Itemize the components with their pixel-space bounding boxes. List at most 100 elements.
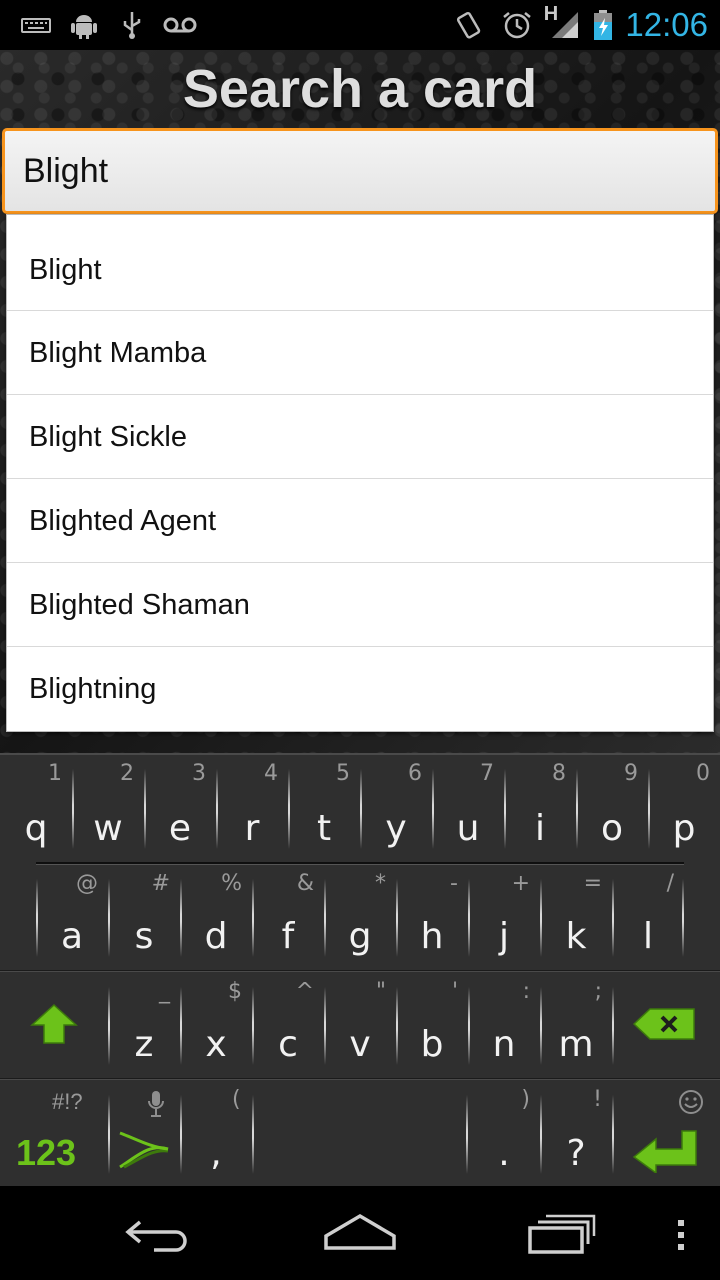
key-r[interactable]: 4r bbox=[216, 755, 288, 863]
key-alt-label: ! bbox=[593, 1087, 602, 1112]
key-question[interactable]: !? bbox=[540, 1081, 612, 1188]
swype-logo-icon bbox=[119, 1131, 169, 1169]
space-key[interactable] bbox=[252, 1081, 468, 1188]
key-s[interactable]: # s bbox=[108, 865, 180, 971]
key-f[interactable]: & f bbox=[252, 865, 324, 971]
key-label: k bbox=[565, 916, 587, 957]
key-label: a bbox=[60, 916, 84, 957]
key-z[interactable]: _ z bbox=[108, 973, 180, 1079]
key-d[interactable]: % d bbox=[180, 865, 252, 971]
key-w[interactable]: 2w bbox=[72, 755, 144, 863]
key-label: u bbox=[456, 808, 480, 849]
key-alt-label: ) bbox=[521, 1087, 530, 1112]
page-title: Search a card bbox=[182, 59, 538, 119]
key-period[interactable]: ). bbox=[468, 1081, 540, 1188]
menu-icon[interactable] bbox=[676, 1218, 686, 1252]
keyboard-row-3: _ z $ x ^ c " v ' b :n ; m bbox=[0, 973, 720, 1079]
key-alt-label: 4 bbox=[264, 761, 278, 786]
suggestion-item[interactable]: Blighted Agent bbox=[7, 479, 713, 563]
key-label: w bbox=[93, 808, 123, 849]
key-label: v bbox=[349, 1024, 371, 1065]
key-g[interactable]: * g bbox=[324, 865, 396, 971]
key-label: z bbox=[134, 1024, 154, 1065]
key-separator bbox=[612, 1095, 614, 1174]
key-y[interactable]: 6y bbox=[360, 755, 432, 863]
key-label: r bbox=[244, 808, 260, 849]
symbols-key[interactable]: #!? 123 bbox=[0, 1081, 108, 1188]
row-divider bbox=[0, 970, 720, 972]
key-o[interactable]: 9o bbox=[576, 755, 648, 863]
suggestion-list: Blight Blight Mamba Blight Sickle Blight… bbox=[6, 214, 714, 732]
suggestion-item[interactable]: Blightning bbox=[7, 647, 713, 731]
suggestion-item[interactable]: Blighted Shaman bbox=[7, 563, 713, 647]
key-e[interactable]: 3e bbox=[144, 755, 216, 863]
key-alt-label: 7 bbox=[480, 761, 494, 786]
key-p[interactable]: 0p bbox=[648, 755, 720, 863]
key-alt-label: $ bbox=[228, 979, 242, 1004]
keyboard-row-1: 1q 2w 3e 4r 5t 6y 7u 8i 9o 0p bbox=[0, 755, 720, 865]
back-icon[interactable] bbox=[124, 1214, 194, 1254]
key-n[interactable]: :n bbox=[468, 973, 540, 1079]
key-alt-label: 3 bbox=[192, 761, 206, 786]
key-label: s bbox=[134, 916, 154, 957]
key-label: i bbox=[534, 808, 545, 849]
suggestion-item[interactable]: Blight Sickle bbox=[7, 395, 713, 479]
symbols-alt-label: #!? bbox=[52, 1089, 83, 1114]
search-field[interactable] bbox=[2, 128, 718, 214]
key-label: y bbox=[385, 808, 407, 849]
key-b[interactable]: ' b bbox=[396, 973, 468, 1079]
key-label: g bbox=[348, 916, 372, 957]
key-alt-label: _ bbox=[159, 979, 170, 1004]
home-icon[interactable] bbox=[322, 1212, 398, 1252]
key-alt-label: / bbox=[666, 871, 674, 896]
key-alt-label: = bbox=[583, 871, 602, 896]
smiley-icon bbox=[679, 1090, 703, 1114]
key-alt-label: 5 bbox=[336, 761, 350, 786]
on-screen-keyboard: 1q 2w 3e 4r 5t 6y 7u 8i 9o 0p @ a # s % d &… bbox=[0, 753, 720, 1186]
key-i[interactable]: 8i bbox=[504, 755, 576, 863]
key-v[interactable]: " v bbox=[324, 973, 396, 1079]
vibrate-icon bbox=[456, 11, 481, 39]
backspace-key[interactable] bbox=[612, 973, 720, 1079]
key-label: p bbox=[672, 808, 696, 849]
key-label: , bbox=[210, 1133, 222, 1174]
key-label: t bbox=[316, 808, 332, 849]
suggestion-item[interactable]: Blight Mamba bbox=[7, 311, 713, 395]
shift-key[interactable] bbox=[0, 973, 108, 1079]
key-alt-label: & bbox=[296, 871, 314, 896]
suggestion-item[interactable]: Blight bbox=[7, 215, 713, 311]
enter-key[interactable] bbox=[612, 1081, 720, 1188]
key-l[interactable]: / l bbox=[612, 865, 684, 971]
recent-apps-icon[interactable] bbox=[526, 1212, 596, 1254]
key-label: e bbox=[168, 808, 192, 849]
key-alt-label: 0 bbox=[696, 761, 710, 786]
key-label: l bbox=[642, 916, 653, 957]
key-label: j bbox=[498, 916, 509, 957]
keyboard-row-2: @ a # s % d & f * g -h + j = k / l bbox=[0, 865, 720, 971]
key-comma[interactable]: (, bbox=[180, 1081, 252, 1188]
key-alt-label: + bbox=[511, 871, 530, 896]
key-label: x bbox=[205, 1024, 227, 1065]
key-m[interactable]: ; m bbox=[540, 973, 612, 1079]
key-j[interactable]: + j bbox=[468, 865, 540, 971]
key-k[interactable]: = k bbox=[540, 865, 612, 971]
key-alt-label: " bbox=[375, 979, 386, 1004]
key-t[interactable]: 5t bbox=[288, 755, 360, 863]
key-alt-label: % bbox=[221, 871, 242, 896]
search-input[interactable] bbox=[23, 131, 703, 211]
key-c[interactable]: ^ c bbox=[252, 973, 324, 1079]
key-q[interactable]: 1q bbox=[0, 755, 72, 863]
signal-icon bbox=[552, 12, 578, 38]
battery-charging-icon bbox=[594, 10, 612, 40]
key-a[interactable]: @ a bbox=[36, 865, 108, 971]
android-debug-icon bbox=[71, 15, 97, 39]
key-u[interactable]: 7u bbox=[432, 755, 504, 863]
symbols-key-label: 123 bbox=[16, 1132, 77, 1173]
shift-icon bbox=[30, 1003, 78, 1044]
key-x[interactable]: $ x bbox=[180, 973, 252, 1079]
key-alt-label: 1 bbox=[48, 761, 62, 786]
alarm-icon bbox=[503, 12, 531, 39]
key-h[interactable]: -h bbox=[396, 865, 468, 971]
key-alt-label: ^ bbox=[295, 979, 314, 1004]
swype-mic-key[interactable] bbox=[108, 1081, 180, 1188]
